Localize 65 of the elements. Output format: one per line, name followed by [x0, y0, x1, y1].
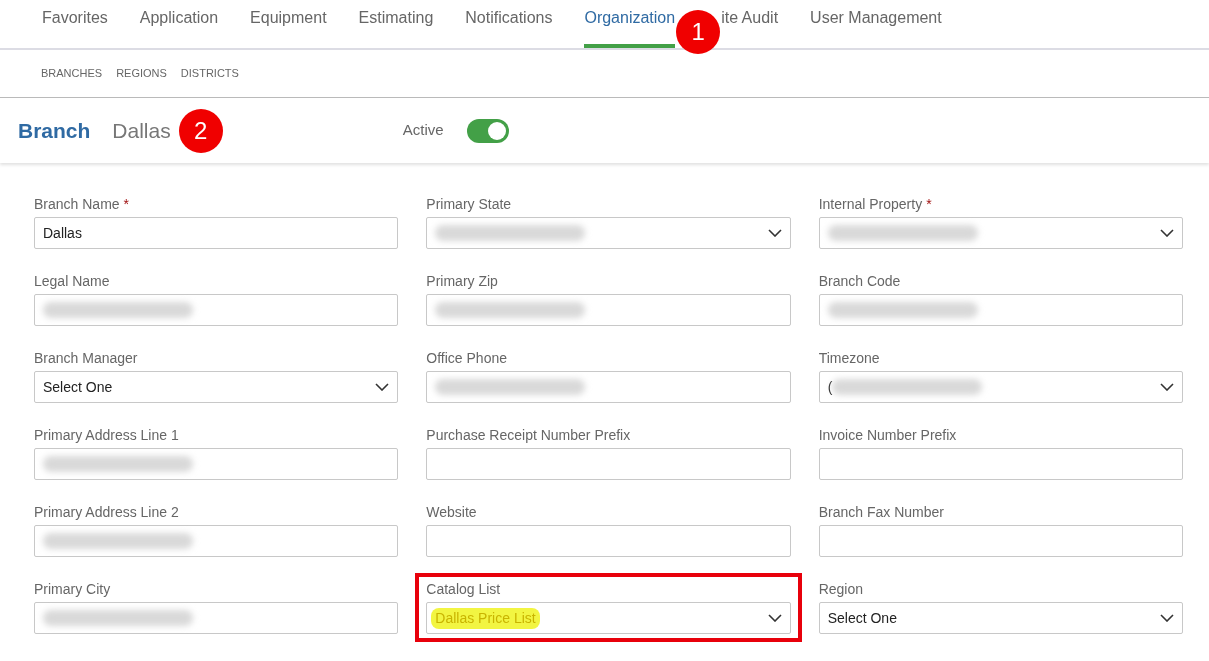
- chevron-down-icon: [767, 614, 782, 622]
- sub-tab[interactable]: BRANCHES: [41, 65, 103, 82]
- required-mark: *: [926, 195, 932, 213]
- input-field[interactable]: Dallas: [34, 217, 399, 249]
- dropdown[interactable]: Select One: [818, 602, 1183, 634]
- input-field[interactable]: [818, 294, 1183, 326]
- field-value: Dallas Price List: [431, 607, 540, 629]
- field-label: Primary State: [426, 195, 512, 213]
- sub-tab[interactable]: DISTRICTS: [180, 65, 239, 82]
- active-toggle[interactable]: [466, 118, 509, 143]
- field-label: Branch Code: [818, 272, 901, 290]
- input-field[interactable]: [818, 448, 1183, 480]
- field-label: Timezone: [818, 349, 880, 367]
- field-label: Legal Name: [34, 272, 110, 290]
- required-mark: *: [123, 195, 130, 213]
- page-title: Branch: [18, 117, 91, 144]
- field-label: Invoice Number Prefix: [818, 426, 957, 444]
- field-value: Select One: [827, 608, 897, 628]
- chevron-down-icon: [375, 383, 390, 391]
- field-label: Website: [426, 503, 477, 521]
- nav-tab[interactable]: Estimating: [358, 0, 434, 48]
- field-label: Region: [818, 580, 864, 598]
- nav-tab[interactable]: Organization: [584, 0, 676, 48]
- input-field[interactable]: [426, 294, 791, 326]
- chevron-down-icon: [1160, 614, 1174, 622]
- nav-tab[interactable]: Notifications: [465, 0, 553, 48]
- field-value: Dallas: [43, 223, 82, 243]
- sub-tab[interactable]: REGIONS: [116, 65, 167, 82]
- nav-tab[interactable]: ite Audit: [721, 0, 779, 48]
- input-field[interactable]: [34, 294, 399, 326]
- field-label: Office Phone: [426, 349, 507, 367]
- nav-tab[interactable]: Favorites: [42, 0, 108, 48]
- callout-marker: 2: [178, 108, 223, 153]
- field-label: Primary Zip: [426, 272, 498, 290]
- nav-tab[interactable]: Application: [139, 0, 219, 48]
- field-label: Branch Fax Number: [818, 503, 944, 521]
- nav-tab[interactable]: Equipment: [250, 0, 327, 48]
- input-field[interactable]: [34, 525, 399, 557]
- active-label: Active: [402, 120, 444, 141]
- field-value: (: [827, 377, 833, 397]
- field-label: Internal Property: [818, 195, 923, 213]
- field-label: Branch Manager: [34, 349, 138, 367]
- input-field[interactable]: [34, 602, 399, 634]
- dropdown[interactable]: [818, 217, 1183, 249]
- nav-tab[interactable]: User Management: [810, 0, 942, 48]
- input-field[interactable]: [34, 448, 399, 480]
- field-label: Purchase Receipt Number Prefix: [426, 426, 631, 444]
- chevron-down-icon: [1160, 229, 1174, 237]
- field-label: Catalog List: [426, 580, 501, 598]
- input-field[interactable]: [426, 371, 791, 403]
- input-field[interactable]: [818, 525, 1183, 557]
- callout-marker: 1: [676, 10, 721, 54]
- chevron-down-icon: [1160, 383, 1174, 391]
- field-label: Branch Name: [34, 195, 120, 213]
- dropdown[interactable]: Select One: [34, 371, 399, 403]
- branch-name: Dallas: [112, 117, 171, 144]
- dropdown[interactable]: (: [818, 371, 1183, 403]
- field-label: Primary Address Line 2: [34, 503, 179, 521]
- field-value: Select One: [43, 377, 113, 397]
- chevron-down-icon: [767, 229, 782, 237]
- dropdown[interactable]: [426, 217, 791, 249]
- input-field[interactable]: [426, 448, 791, 480]
- field-label: Primary City: [34, 580, 111, 598]
- input-field[interactable]: [426, 525, 791, 557]
- field-label: Primary Address Line 1: [34, 426, 179, 444]
